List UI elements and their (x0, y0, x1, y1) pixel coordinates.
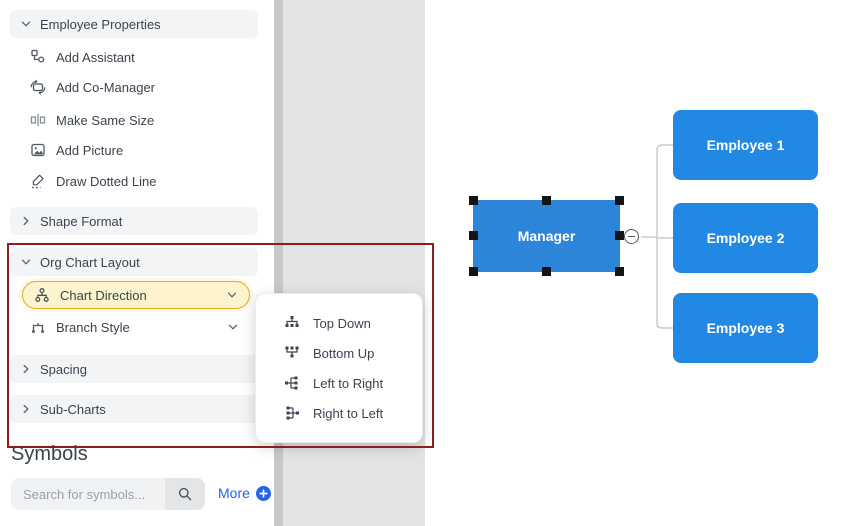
selection-handle[interactable] (542, 196, 551, 205)
menu-item-right-to-left[interactable]: Right to Left (256, 398, 422, 428)
menu-item-label: Add Picture (56, 142, 124, 158)
panel-gutter (283, 0, 425, 526)
symbols-heading: Symbols (11, 443, 88, 465)
minus-icon (628, 235, 635, 238)
node-label: Employee 2 (706, 230, 785, 246)
menu-item-left-to-right[interactable]: Left to Right (256, 368, 422, 398)
button-label: Chart Direction (60, 287, 147, 303)
selection-handle[interactable] (469, 267, 478, 276)
chevron-right-icon (20, 403, 32, 415)
node-label: Manager (517, 228, 576, 244)
plus-circle-icon (255, 485, 271, 501)
node-label: Employee 1 (706, 137, 785, 153)
section-header-sub-charts[interactable]: Sub-Charts (10, 395, 258, 423)
branch-style-button[interactable]: Branch Style (22, 313, 250, 341)
menu-item-draw-dotted-line[interactable]: Draw Dotted Line (30, 170, 250, 192)
draw-dotted-line-icon (30, 173, 46, 189)
chevron-down-icon (20, 18, 32, 30)
menu-item-label: Right to Left (313, 405, 384, 421)
section-label: Employee Properties (40, 16, 161, 32)
search-icon (177, 486, 193, 502)
section-header-employee-properties[interactable]: Employee Properties (10, 10, 258, 38)
chevron-right-icon (20, 363, 32, 375)
selection-handle[interactable] (542, 267, 551, 276)
section-label: Sub-Charts (40, 401, 106, 417)
symbols-search-bar (11, 478, 205, 510)
chart-direction-menu: Top Down Bottom Up Left to Right Right t… (255, 293, 423, 443)
format-sidebar: Employee Properties Add Assistant Add Co… (0, 0, 274, 526)
section-header-shape-format[interactable]: Shape Format (10, 207, 258, 235)
org-chart-app-window: Employee Properties Add Assistant Add Co… (0, 0, 844, 526)
chevron-right-icon (20, 215, 32, 227)
menu-item-label: Draw Dotted Line (56, 173, 157, 189)
chevron-down-icon (20, 256, 32, 268)
left-to-right-icon (284, 375, 300, 391)
more-label: More (218, 485, 250, 501)
menu-item-label: Bottom Up (313, 345, 375, 361)
node-employee-1[interactable]: Employee 1 (673, 110, 818, 180)
node-employee-3[interactable]: Employee 3 (673, 293, 818, 363)
search-input[interactable] (11, 478, 165, 510)
add-assistant-icon (30, 49, 46, 65)
add-picture-icon (30, 142, 46, 158)
node-employee-2[interactable]: Employee 2 (673, 203, 818, 273)
selection-handle[interactable] (469, 231, 478, 240)
menu-item-make-same-size[interactable]: Make Same Size (30, 109, 250, 131)
menu-item-label: Top Down (313, 315, 371, 331)
menu-item-label: Left to Right (313, 375, 384, 391)
selection-handle[interactable] (469, 196, 478, 205)
section-label: Org Chart Layout (40, 254, 140, 270)
section-label: Spacing (40, 361, 87, 377)
section-header-spacing[interactable]: Spacing (10, 355, 258, 383)
section-label: Shape Format (40, 213, 123, 229)
menu-item-label: Add Co-Manager (56, 79, 155, 95)
top-down-icon (284, 315, 300, 331)
collapse-branch-toggle[interactable] (624, 229, 639, 244)
button-label: Branch Style (56, 319, 130, 335)
menu-item-add-co-manager[interactable]: Add Co-Manager (30, 76, 250, 98)
menu-item-top-down[interactable]: Top Down (256, 308, 422, 338)
selection-handle[interactable] (615, 231, 624, 240)
chart-direction-icon (34, 287, 50, 303)
selection-handle[interactable] (615, 196, 624, 205)
more-link[interactable]: More (218, 485, 271, 501)
node-manager[interactable]: Manager (469, 196, 624, 276)
branch-style-icon (30, 319, 46, 335)
menu-item-bottom-up[interactable]: Bottom Up (256, 338, 422, 368)
menu-item-label: Add Assistant (56, 49, 135, 65)
selection-handle[interactable] (615, 267, 624, 276)
add-co-manager-icon (30, 79, 46, 95)
menu-item-add-picture[interactable]: Add Picture (30, 139, 250, 161)
chevron-down-icon (226, 289, 238, 301)
panel-scrollbar[interactable] (274, 0, 283, 526)
menu-item-label: Make Same Size (56, 112, 155, 128)
chevron-down-icon (227, 321, 239, 333)
search-button[interactable] (165, 478, 205, 510)
bottom-up-icon (284, 345, 300, 361)
right-to-left-icon (284, 405, 300, 421)
section-header-org-chart-layout[interactable]: Org Chart Layout (10, 248, 258, 276)
make-same-size-icon (30, 112, 46, 128)
chart-direction-button[interactable]: Chart Direction (22, 281, 250, 309)
node-label: Employee 3 (706, 320, 785, 336)
menu-item-add-assistant[interactable]: Add Assistant (30, 46, 250, 68)
